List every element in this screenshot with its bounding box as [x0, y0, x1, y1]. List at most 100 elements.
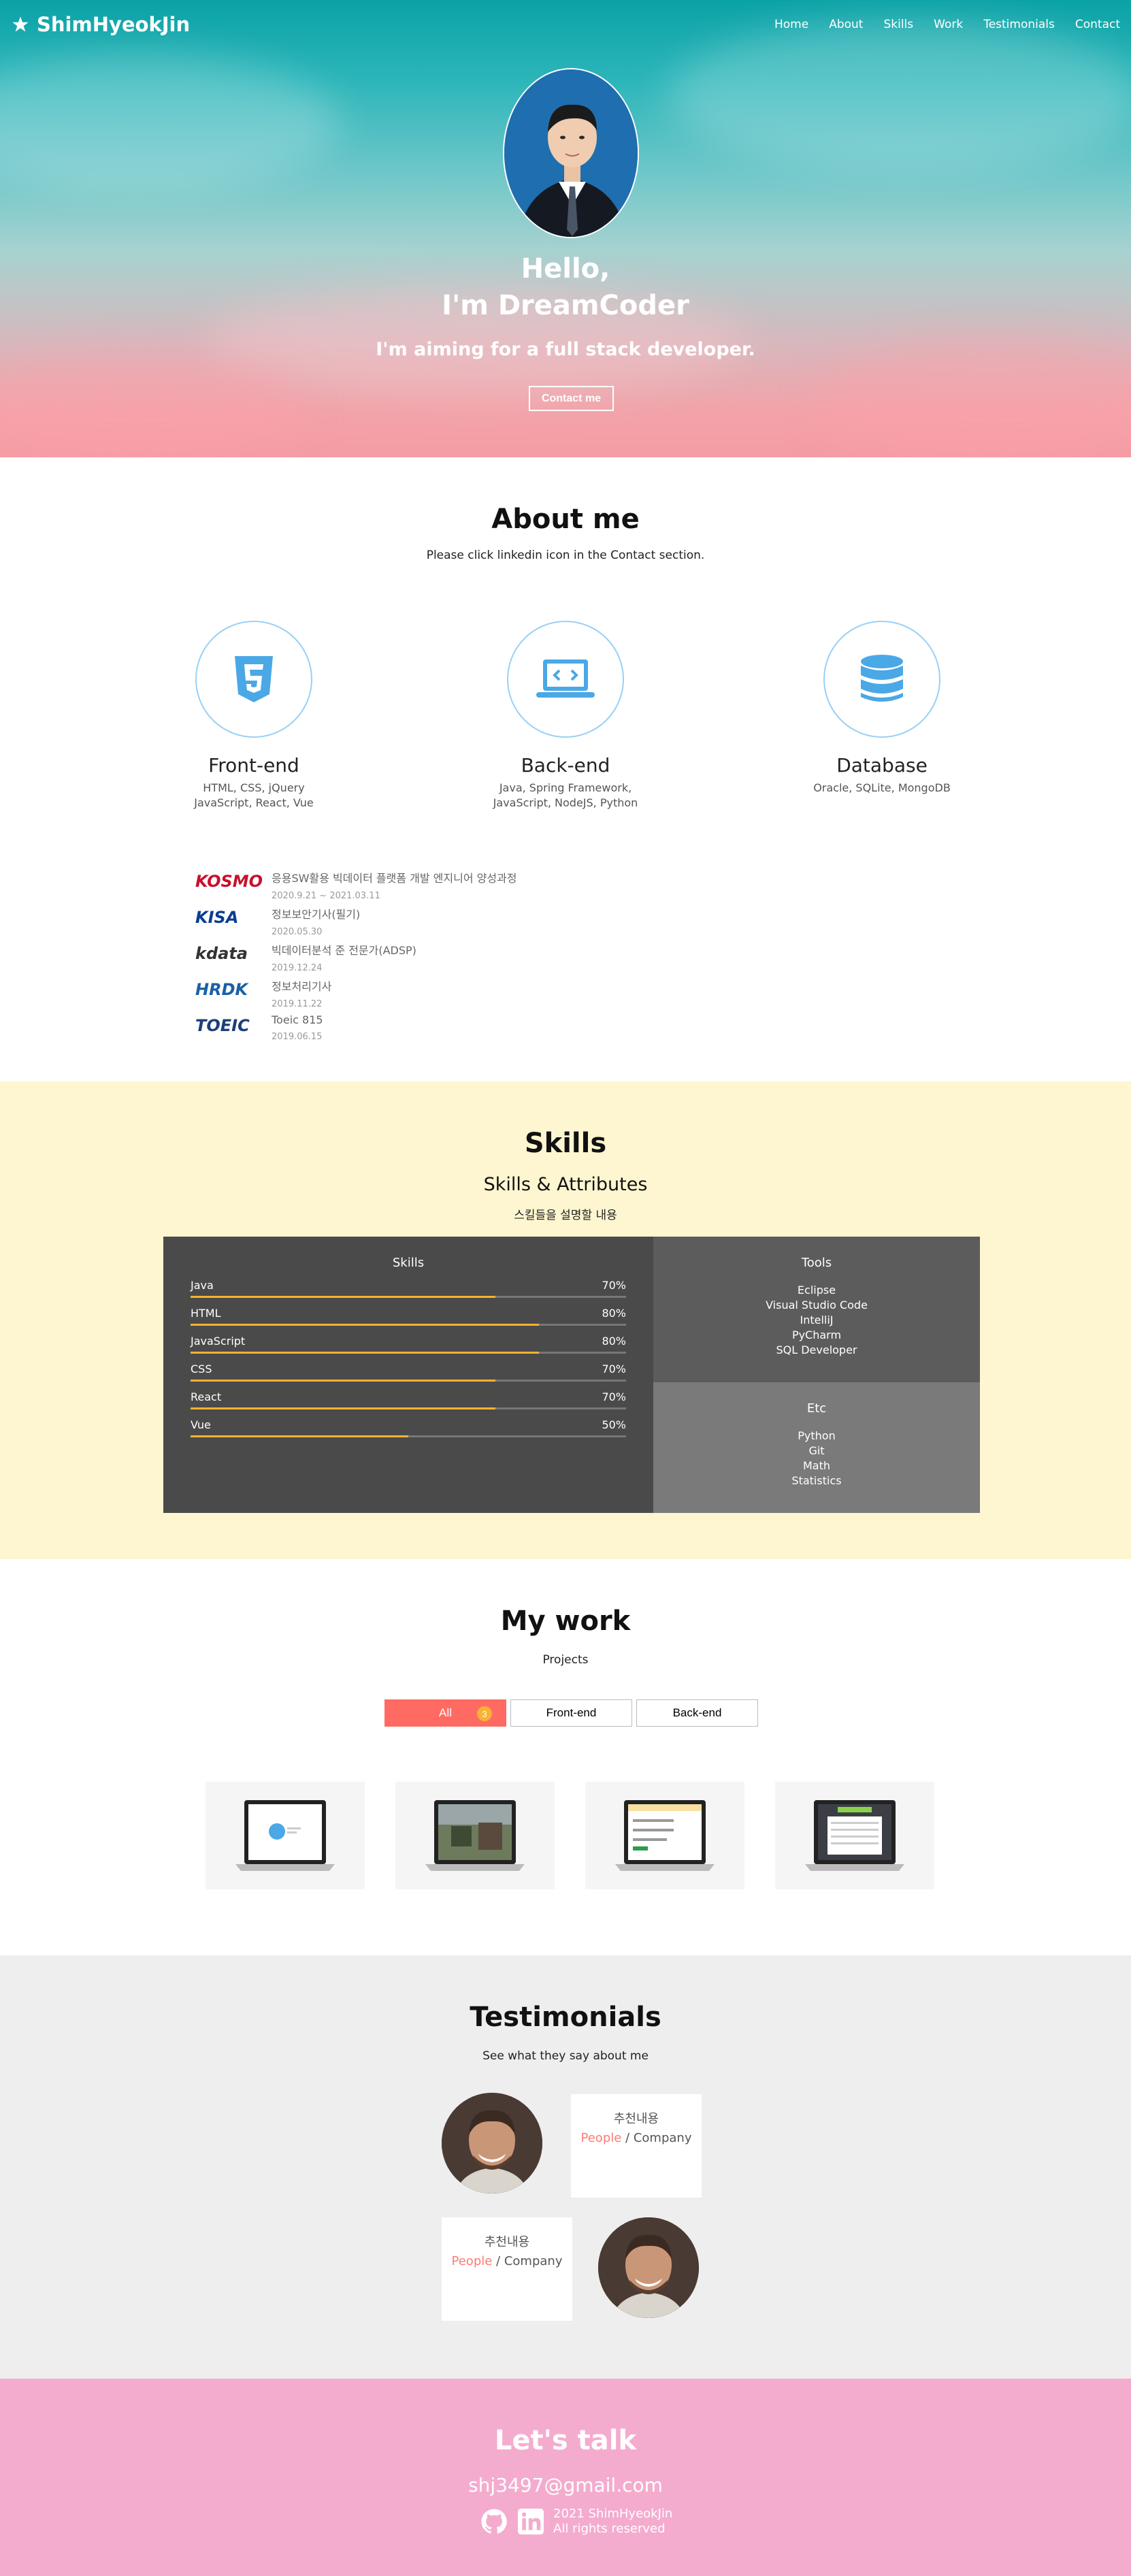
- skill-bar-track: [191, 1296, 626, 1298]
- tool-item: Eclipse: [797, 1284, 836, 1297]
- home-section: Hello, I'm DreamCoder I'm aiming for a f…: [0, 0, 1131, 457]
- menu-item-work[interactable]: Work: [934, 18, 963, 31]
- skill-bar-fill: [191, 1352, 539, 1354]
- skill-name: JavaScript: [191, 1335, 246, 1348]
- job-date: 2019.11.22: [272, 999, 323, 1009]
- job-date: 2019.06.15: [272, 1032, 323, 1042]
- skills-column: Skills Java 70% HTML 80% JavaScript 80% CSS 70%…: [163, 1237, 653, 1513]
- menu-item-home[interactable]: Home: [774, 18, 808, 31]
- skill-percent: 70%: [602, 1390, 626, 1403]
- job-desc: 정보처리기사: [272, 980, 332, 993]
- toeic-logo: TOEIC: [195, 1016, 250, 1035]
- testimonials-title: Testimonials: [470, 2002, 661, 2033]
- menu-item-about[interactable]: About: [829, 18, 863, 31]
- menu-item-testimonials[interactable]: Testimonials: [983, 18, 1055, 31]
- major-name: Front-end: [208, 754, 299, 777]
- category-count-badge: 3: [477, 1706, 492, 1721]
- etc-item: Python: [798, 1429, 836, 1442]
- testimonial-company: / Company: [621, 2131, 692, 2145]
- kosmo-logo: KOSMO: [195, 872, 263, 891]
- html5-icon: [235, 656, 273, 702]
- major-icon-circle: [507, 621, 624, 738]
- kisa-logo: KISA: [195, 908, 239, 927]
- contact-title: Let's talk: [494, 2425, 637, 2456]
- project-thumbnail[interactable]: [585, 1782, 744, 1889]
- contact-me-button[interactable]: Contact me: [529, 386, 614, 411]
- major-database: Database Oracle, SQLite, MongoDB: [766, 621, 998, 796]
- skills-subtitle: Skills & Attributes: [483, 1174, 648, 1195]
- linkedin-icon[interactable]: [518, 2509, 544, 2534]
- contact-email[interactable]: shj3497@gmail.com: [0, 2474, 1131, 2496]
- skill-item: Java 70%: [191, 1279, 626, 1298]
- tools-box: Tools Eclipse Visual Studio Code Intelli…: [653, 1237, 980, 1382]
- job-date: 2020.9.21 ~ 2021.03.11: [272, 891, 380, 901]
- skill-bar-track: [191, 1435, 626, 1437]
- home-title-line1: Hello,: [521, 253, 610, 284]
- projects-list: [206, 1782, 934, 1889]
- etc-title: Etc: [806, 1401, 827, 1416]
- category-frontend-button[interactable]: Front-end: [510, 1699, 632, 1727]
- major-desc-line1: Oracle, SQLite, MongoDB: [813, 781, 951, 794]
- skills-title: Skills: [524, 1128, 607, 1159]
- testimonial-name: People: [580, 2131, 622, 2145]
- about-title: About me: [491, 504, 640, 535]
- menu-item-contact[interactable]: Contact: [1075, 18, 1120, 31]
- skills-box: Skills Java 70% HTML 80% JavaScript 80% CSS 70%…: [163, 1237, 980, 1513]
- navbar-menu: Home About Skills Work Testimonials Cont…: [774, 18, 1120, 31]
- skill-bar-track: [191, 1352, 626, 1354]
- work-title: My work: [500, 1605, 631, 1637]
- skills-column-title: Skills: [392, 1256, 425, 1270]
- etc-box: Etc Python Git Math Statistics: [653, 1382, 980, 1513]
- job-item: KISA 정보보안기사(필기) 2020.05.30: [195, 905, 517, 941]
- major-backend: Back-end Java, Spring Framework, JavaScr…: [450, 621, 681, 811]
- tools-etc-column: Tools Eclipse Visual Studio Code Intelli…: [653, 1237, 980, 1513]
- skills-section: Skills Skills & Attributes 스킬들을 설명할 내용 S…: [0, 1081, 1131, 1559]
- major-frontend: Front-end HTML, CSS, jQuery JavaScript, …: [138, 621, 370, 811]
- laptop-code-icon: [536, 659, 595, 698]
- menu-item-skills[interactable]: Skills: [883, 18, 913, 31]
- skills-description: 스킬들을 설명할 내용: [514, 1209, 617, 1222]
- navbar: ShimHyeokJin Home About Skills Work Test…: [0, 0, 1131, 49]
- category-backend-button[interactable]: Back-end: [636, 1699, 758, 1727]
- job-item: HRDK 정보처리기사 2019.11.22: [195, 977, 517, 1013]
- category-all-button[interactable]: All 3: [384, 1699, 506, 1727]
- job-date: 2020.05.30: [272, 927, 323, 937]
- skill-name: Vue: [191, 1418, 211, 1431]
- contact-section: Let's talk shj3497@gmail.com 2021 ShimHy…: [0, 2379, 1131, 2576]
- testimonial-avatar: [598, 2217, 699, 2318]
- project-thumbnail[interactable]: [775, 1782, 934, 1889]
- logo-text: ShimHyeokJin: [37, 13, 191, 36]
- skill-bar-fill: [191, 1324, 539, 1326]
- skill-name: React: [191, 1390, 222, 1403]
- testimonials-section: Testimonials See what they say about me …: [0, 1955, 1131, 2379]
- skill-percent: 80%: [602, 1307, 626, 1320]
- copyright: 2021 ShimHyeokJin All rights reserved: [553, 2507, 672, 2537]
- navbar-logo[interactable]: ShimHyeokJin: [11, 13, 190, 36]
- tool-item: PyCharm: [791, 1328, 842, 1341]
- project-thumbnail[interactable]: [395, 1782, 555, 1889]
- database-icon: [861, 655, 903, 702]
- testimonial-bubble: 추천내용 People / Company: [571, 2094, 702, 2198]
- testimonial-bubble: 추천내용 People / Company: [442, 2217, 572, 2321]
- home-title-line2: I'm DreamCoder: [442, 290, 689, 321]
- skill-name: CSS: [191, 1363, 212, 1375]
- testimonial-avatar: [442, 2093, 542, 2194]
- major-desc-line1: HTML, CSS, jQuery: [203, 781, 305, 794]
- major-icon-circle: [823, 621, 940, 738]
- home-avatar: [503, 68, 639, 238]
- major-desc-line1: Java, Spring Framework,: [499, 781, 632, 794]
- skill-name: HTML: [191, 1307, 221, 1320]
- major-icon-circle: [195, 621, 312, 738]
- project-thumbnail[interactable]: [206, 1782, 365, 1889]
- skill-percent: 80%: [602, 1335, 626, 1348]
- skill-bar-fill: [191, 1407, 495, 1409]
- skill-name: Java: [191, 1279, 214, 1292]
- github-icon[interactable]: [480, 2507, 508, 2536]
- skill-percent: 70%: [602, 1363, 626, 1375]
- job-item: kdata 빅데이터분석 준 전문가(ADSP) 2019.12.24: [195, 941, 517, 977]
- major-name: Database: [836, 754, 928, 777]
- work-description: Projects: [542, 1653, 589, 1667]
- major-desc-line2: JavaScript, React, Vue: [194, 796, 314, 809]
- job-date: 2019.12.24: [272, 963, 323, 973]
- etc-item: Math: [802, 1459, 831, 1472]
